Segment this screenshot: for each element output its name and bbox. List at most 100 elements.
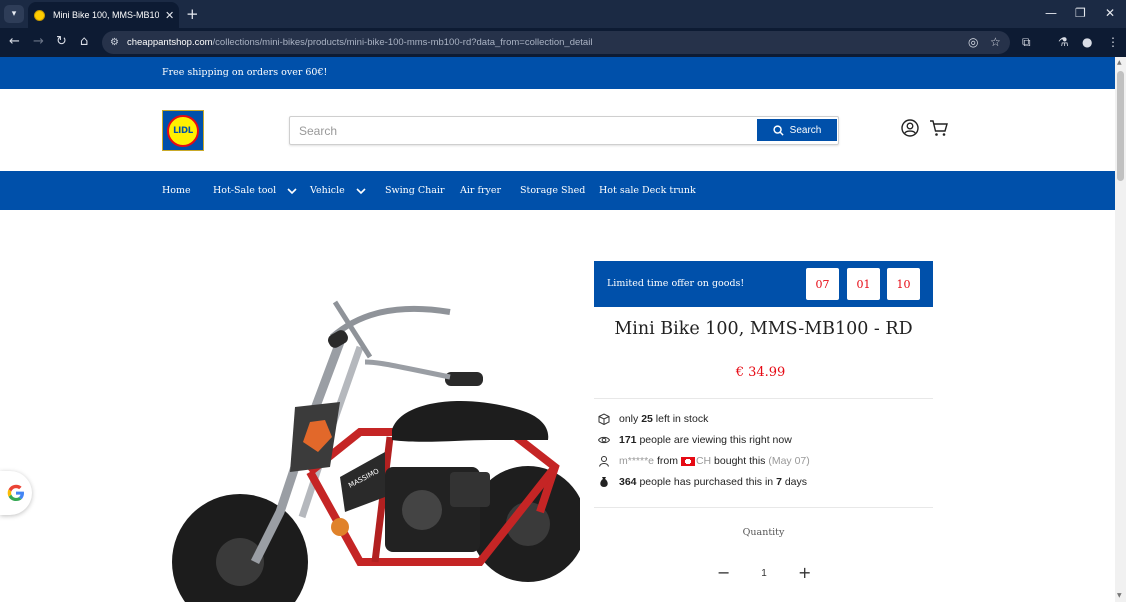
nav-item-home[interactable]: Home — [162, 171, 191, 210]
quantity-increase-button[interactable]: + — [798, 565, 811, 581]
viewing-info: 171 people are viewing this right now — [598, 432, 792, 448]
right-grip — [445, 372, 483, 386]
nav-item-vehicle[interactable]: Vehicle — [310, 171, 367, 210]
timer-hours: 07 — [806, 268, 839, 300]
browser-tab-active[interactable]: Mini Bike 100, MMS-MB100 - R ✕ — [28, 2, 179, 28]
forward-icon[interactable]: → — [33, 34, 44, 50]
google-g-icon — [7, 484, 24, 501]
purchased-unit: days — [784, 476, 808, 488]
nav-item-storage-shed[interactable]: Storage Shed — [520, 171, 585, 210]
browser-toolbar: ← → ↻ ⌂ ⚙ cheappantshop.com/collections/… — [0, 28, 1126, 57]
product-title: Mini Bike 100, MMS-MB100 - RD — [614, 319, 913, 339]
bar-crossbar — [364, 359, 451, 380]
divider — [594, 398, 933, 399]
buyer-name: m*****e — [619, 455, 655, 467]
swiss-flag-icon — [680, 456, 695, 466]
reflector — [331, 518, 349, 536]
viewing-count: 171 — [619, 434, 637, 446]
account-icon[interactable] — [901, 119, 919, 137]
announcement-bar: Free shipping on orders over 60€! — [0, 57, 1115, 89]
browser-tabstrip: ▾ Mini Bike 100, MMS-MB100 - R ✕ + — ❐ ✕ — [0, 0, 1126, 28]
home-icon[interactable]: ⌂ — [80, 34, 88, 50]
logo-circle: LIDL — [167, 115, 199, 147]
reload-icon[interactable]: ↻ — [56, 34, 67, 50]
nav-label: Hot-Sale tool — [213, 185, 277, 196]
buyer-country: CH — [695, 455, 712, 467]
purchased-count: 364 — [619, 476, 637, 488]
nav-item-air-fryer[interactable]: Air fryer — [460, 171, 501, 210]
buyer-bought: bought this — [714, 455, 766, 467]
limited-offer-bar: Limited time offer on goods! 07 01 10 — [594, 261, 933, 307]
cart-icon[interactable] — [929, 119, 948, 137]
chevron-down-icon — [356, 187, 366, 194]
product-price: € 34.99 — [735, 365, 786, 380]
search-input[interactable] — [290, 117, 756, 144]
maximize-icon[interactable]: ❐ — [1075, 6, 1086, 20]
tab-close-icon[interactable]: ✕ — [165, 9, 174, 22]
engine-block — [450, 472, 490, 507]
money-bag-icon — [600, 477, 608, 487]
main-navigation: Home Hot-Sale tool Vehicle Swing Chair A… — [0, 171, 1115, 210]
new-tab-button[interactable]: + — [186, 5, 199, 23]
address-bar[interactable]: ⚙ cheappantshop.com/collections/mini-bik… — [102, 31, 1010, 54]
google-badge[interactable] — [0, 471, 32, 515]
engine-cover — [402, 490, 442, 530]
viewing-post: people are viewing this right now — [639, 434, 792, 446]
timer-seconds: 10 — [887, 268, 920, 300]
search-icon — [773, 124, 784, 136]
site-header: LIDL Search — [0, 89, 1115, 171]
stock-pre: only — [619, 413, 639, 425]
seat — [392, 400, 549, 442]
nav-label: Air fryer — [460, 185, 502, 196]
tab-title: Mini Bike 100, MMS-MB100 - R — [53, 10, 159, 20]
user-icon — [599, 456, 609, 467]
nav-label: Swing Chair — [385, 185, 445, 196]
url-text[interactable]: cheappantshop.com/collections/mini-bikes… — [127, 37, 592, 48]
back-icon[interactable]: ← — [9, 34, 20, 50]
stock-info: only 25 left in stock — [598, 411, 708, 427]
divider — [594, 507, 933, 508]
logo-text: LIDL — [173, 126, 193, 136]
search-button[interactable]: Search — [757, 119, 837, 141]
extensions-icon[interactable]: ⧉ — [1022, 35, 1031, 49]
search-bar: Search — [289, 116, 839, 145]
stock-count: 25 — [641, 413, 653, 425]
quantity-label: Quantity — [742, 527, 785, 538]
quantity-value[interactable]: 1 — [755, 568, 773, 579]
nav-label: Storage Shed — [520, 185, 586, 196]
nav-label: Vehicle — [310, 185, 345, 196]
offer-text: Limited time offer on goods! — [607, 278, 745, 289]
timer-minutes: 01 — [847, 268, 880, 300]
nav-label: Home — [162, 185, 191, 196]
quantity-decrease-button[interactable]: − — [717, 565, 730, 581]
bookmark-star-icon[interactable]: ☆ — [990, 35, 1001, 49]
scroll-up-icon[interactable]: ▲ — [1117, 59, 1122, 66]
labs-icon[interactable]: ⚗ — [1058, 35, 1069, 49]
minimize-icon[interactable]: — — [1045, 6, 1057, 20]
page-scrollbar[interactable]: ▲ ▼ — [1115, 57, 1126, 602]
tab-favicon-icon — [34, 9, 45, 21]
browser-menu-icon[interactable]: ⋮ — [1107, 35, 1119, 49]
nav-item-swing-chair[interactable]: Swing Chair — [385, 171, 445, 210]
buyer-from: from — [656, 455, 678, 467]
product-image[interactable]: MASSIMO — [160, 262, 580, 602]
close-window-icon[interactable]: ✕ — [1105, 6, 1115, 20]
eye-off-icon[interactable]: ◎ — [968, 35, 978, 49]
box-icon — [598, 413, 610, 425]
left-grip — [328, 330, 348, 348]
scroll-down-icon[interactable]: ▼ — [1117, 592, 1122, 599]
stock-post: left in stock — [655, 413, 709, 425]
lidl-logo[interactable]: LIDL — [162, 110, 204, 151]
web-page: Free shipping on orders over 60€! LIDL S… — [0, 57, 1115, 602]
search-button-label: Search — [789, 124, 822, 136]
nav-item-deck-trunk[interactable]: Hot sale Deck trunk — [599, 171, 696, 210]
nav-label: Hot sale Deck trunk — [599, 185, 696, 196]
scrollbar-thumb[interactable] — [1117, 71, 1124, 181]
purchased-days: 7 — [776, 476, 782, 488]
profile-icon[interactable]: ● — [1082, 35, 1092, 49]
nav-item-hot-sale-tool[interactable]: Hot-Sale tool — [213, 171, 298, 210]
tab-search-button[interactable]: ▾ — [4, 5, 24, 23]
recent-buyer-info: m*****e from CH bought this (May 07) — [598, 453, 810, 469]
purchased-mid: people has purchased this in — [639, 476, 774, 488]
site-info-icon[interactable]: ⚙ — [110, 37, 119, 48]
